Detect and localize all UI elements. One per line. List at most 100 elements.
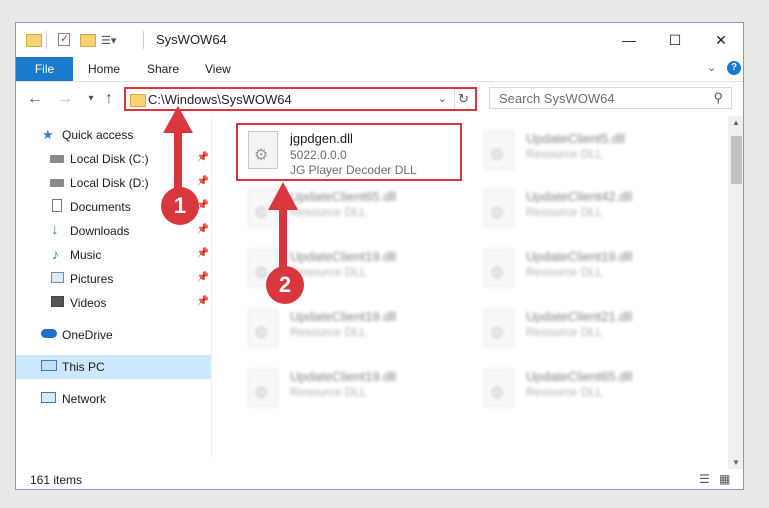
sidebar-item-label: Documents (70, 200, 131, 214)
minimize-icon: — (622, 32, 636, 48)
file-tile[interactable]: ⚙ UpdateClient19.dll Resource DLL (478, 241, 708, 299)
file-description: Resource DLL (290, 205, 367, 219)
details-view-icon[interactable]: ☰ (699, 472, 710, 486)
search-input[interactable]: Search SysWOW64 ⚲ (489, 87, 732, 109)
divider (46, 31, 47, 49)
sidebar-item-label: OneDrive (62, 328, 113, 342)
sidebar-item-local-disk-c[interactable]: Local Disk (C:) 📌 (16, 147, 211, 171)
gear-icon: ⚙ (490, 147, 505, 164)
sidebar-item-label: Downloads (70, 224, 130, 238)
back-button[interactable]: ← (24, 88, 46, 110)
ribbon: File Home Share View ⌄ ? (16, 57, 743, 81)
file-name: UpdateClient19.dll (290, 249, 397, 264)
refresh-icon[interactable]: ↻ (458, 91, 469, 107)
up-button[interactable]: ↑ (98, 88, 120, 110)
gear-icon: ⚙ (490, 325, 505, 342)
item-count: 161 items (30, 473, 83, 487)
title-bar: ✓ ☰▾ SysWOW64 — ☐ ✕ (16, 23, 743, 57)
file-tile[interactable]: ⚙ UpdateClient42.dll Resource DLL (478, 181, 708, 239)
file-name: UpdateClient42.dll (526, 189, 633, 204)
forward-button[interactable]: → (54, 88, 76, 110)
tab-view[interactable]: View (205, 57, 231, 81)
file-tile[interactable]: ⚙ UpdateClient19.dll Resource DLL (242, 301, 472, 359)
dll-file-icon: ⚙ (484, 189, 514, 227)
dll-file-icon: ⚙ (248, 369, 278, 407)
properties-icon[interactable]: ✓ (58, 33, 70, 46)
star-icon: ★ (42, 127, 54, 142)
dll-file-icon: ⚙ (484, 249, 514, 287)
music-icon: ♪ (52, 246, 59, 262)
sidebar-item-videos[interactable]: Videos 📌 (16, 291, 211, 315)
tab-share[interactable]: Share (147, 57, 179, 81)
file-name: UpdateClient19.dll (290, 309, 397, 324)
dll-file-icon: ⚙ (248, 189, 278, 227)
explorer-window: ✓ ☰▾ SysWOW64 — ☐ ✕ File Home Share View… (15, 22, 744, 490)
file-tile[interactable]: ⚙ UpdateClient65.dll Resource DLL (478, 361, 708, 419)
pin-icon[interactable]: 📌 (197, 176, 209, 187)
step-badge-1: 1 (161, 187, 199, 225)
pin-icon[interactable]: 📌 (197, 152, 209, 163)
drive-icon (50, 155, 64, 163)
file-name: UpdateClient5.dll (526, 131, 626, 146)
maximize-button[interactable]: ☐ (652, 23, 698, 57)
file-name: UpdateClient19.dll (526, 249, 633, 264)
dll-file-icon: ⚙ (484, 369, 514, 407)
pin-icon[interactable]: 📌 (197, 248, 209, 259)
help-icon[interactable]: ? (727, 61, 741, 75)
file-description: Resource DLL (526, 205, 603, 219)
file-tile[interactable]: ⚙ UpdateClient21.dll Resource DLL (478, 301, 708, 359)
documents-icon (52, 199, 62, 212)
sidebar-item-onedrive[interactable]: OneDrive (16, 323, 211, 347)
address-bar[interactable]: C:\Windows\SysWOW64 ⌄ (124, 87, 477, 111)
scrollbar-thumb[interactable] (731, 136, 742, 184)
chevron-down-icon[interactable]: ⌄ (707, 61, 716, 74)
file-name: UpdateClient19.dll (290, 369, 397, 384)
step-badge-2: 2 (266, 266, 304, 304)
address-path: C:\Windows\SysWOW64 (148, 92, 292, 107)
sidebar-item-label: Local Disk (D:) (70, 176, 149, 190)
search-icon: ⚲ (713, 90, 723, 105)
arrow-right-icon: → (57, 90, 73, 107)
gear-icon: ⚙ (254, 325, 269, 342)
sidebar-item-this-pc[interactable]: This PC (16, 355, 211, 379)
tab-file[interactable]: File (16, 57, 73, 81)
pin-icon[interactable]: 📌 (197, 272, 209, 283)
file-name: UpdateClient21.dll (526, 309, 633, 324)
dll-file-icon: ⚙ (484, 309, 514, 347)
navigation-bar: ← → ▾ ↑ C:\Windows\SysWOW64 ⌄ ↻ Search S… (16, 82, 743, 116)
dll-file-icon: ⚙ (248, 309, 278, 347)
sidebar-item-pictures[interactable]: Pictures 📌 (16, 267, 211, 291)
minimize-button[interactable]: — (606, 23, 652, 57)
chevron-down-icon[interactable]: ⌄ (438, 92, 447, 105)
scroll-down-icon[interactable]: ▼ (732, 458, 740, 467)
tiles-view-icon[interactable]: ▦ (719, 472, 730, 486)
tab-home[interactable]: Home (88, 57, 120, 81)
new-folder-icon[interactable] (80, 34, 96, 47)
sidebar-item-network[interactable]: Network (16, 387, 211, 411)
network-icon (41, 392, 56, 403)
file-tile[interactable]: ⚙ UpdateClient5.dll Resource DLL (478, 123, 708, 181)
window-title: SysWOW64 (156, 32, 227, 47)
file-tile[interactable]: ⚙ UpdateClient65.dll Resource DLL (242, 181, 472, 239)
search-placeholder: Search SysWOW64 (499, 91, 615, 106)
file-description: Resource DLL (290, 385, 367, 399)
customize-qa-icon[interactable]: ☰▾ (101, 34, 116, 47)
drive-icon (50, 179, 64, 187)
sidebar-item-music[interactable]: ♪ Music 📌 (16, 243, 211, 267)
downloads-icon: ↓ (51, 221, 59, 238)
file-description: Resource DLL (526, 385, 603, 399)
divider (143, 31, 144, 49)
file-description: Resource DLL (290, 325, 367, 339)
scroll-up-icon[interactable]: ▲ (732, 118, 740, 127)
cloud-icon (41, 329, 57, 338)
sidebar-item-quick-access[interactable]: ★ Quick access (16, 123, 211, 147)
close-button[interactable]: ✕ (698, 23, 743, 57)
arrow-left-icon: ← (27, 90, 43, 107)
sidebar-item-label: Music (70, 248, 102, 262)
pin-icon[interactable]: 📌 (197, 296, 209, 307)
gear-icon: ⚙ (490, 265, 505, 282)
file-tile[interactable]: ⚙ UpdateClient19.dll Resource DLL (242, 361, 472, 419)
gear-icon: ⚙ (490, 385, 505, 402)
pin-icon[interactable]: 📌 (197, 224, 209, 235)
vertical-scrollbar[interactable]: ▲ ▼ (728, 116, 743, 469)
